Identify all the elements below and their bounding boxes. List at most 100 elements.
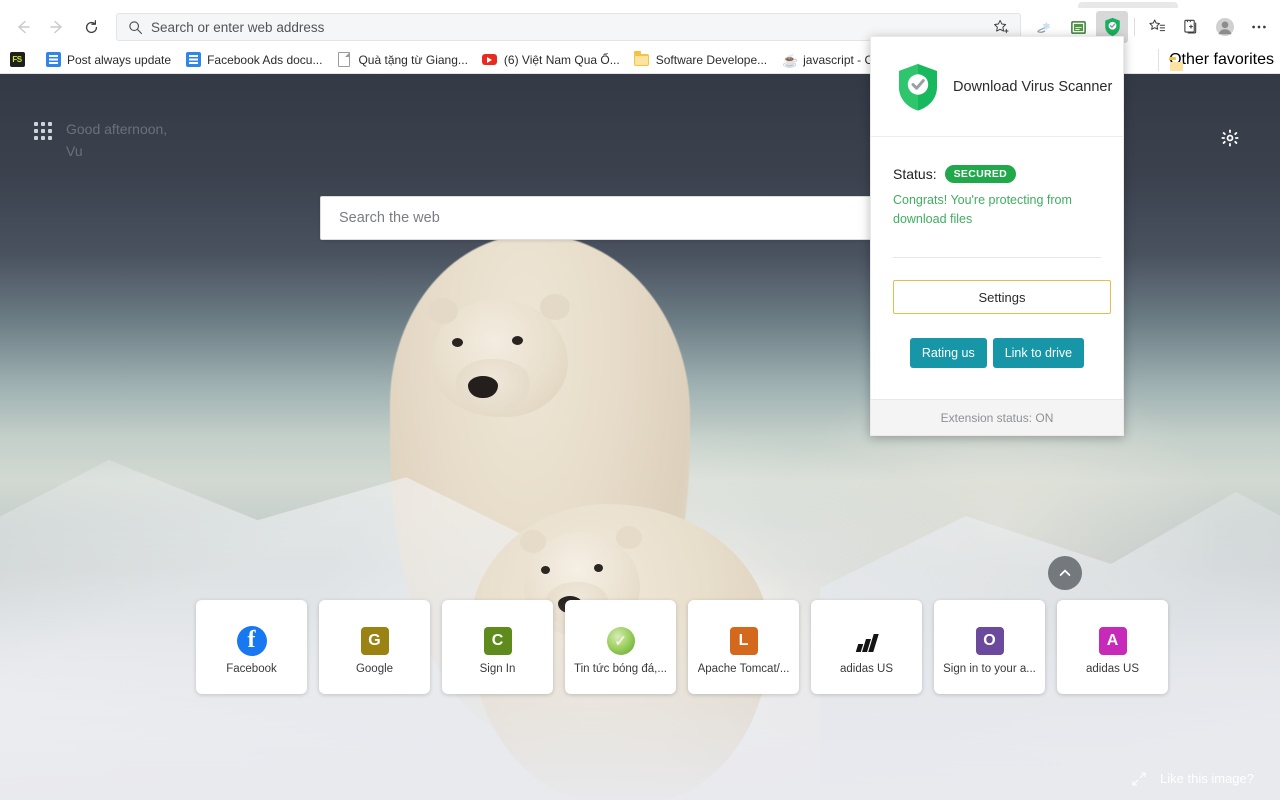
popup-title: Download Virus Scanner <box>953 78 1113 95</box>
shortcut-tile-sign-in-account[interactable]: O Sign in to your a... <box>934 600 1045 694</box>
popup-action-row: Rating us Link to drive <box>893 338 1101 368</box>
tile-label: Facebook <box>226 663 277 675</box>
tile-glyph: C <box>483 627 512 655</box>
bookmark-label: Software Develope... <box>655 52 768 67</box>
bookmark-label: Post always update <box>67 52 172 67</box>
bookmark-label: Quà tặng từ Giang... <box>358 52 468 67</box>
bookmark-item[interactable]: Facebook Ads docu... <box>178 49 329 71</box>
folder-icon <box>634 50 650 68</box>
link-to-drive-button[interactable]: Link to drive <box>992 338 1085 368</box>
doc-blue-icon <box>45 52 61 68</box>
polar-bear-large-nose <box>468 376 498 398</box>
reload-button[interactable] <box>74 12 108 42</box>
shortcut-tile-adidas-us-logo[interactable]: adidas US <box>811 600 922 694</box>
letter-tile-icon: C <box>483 619 512 663</box>
letter-tile-icon: G <box>360 619 389 663</box>
other-favorites-label: Other favorites <box>1169 51 1274 68</box>
settings-and-more-button[interactable] <box>1243 11 1275 43</box>
shortcut-tile-apache-tomcat[interactable]: L Apache Tomcat/... <box>688 600 799 694</box>
shortcut-tile-adidas-us[interactable]: A adidas US <box>1057 600 1168 694</box>
tile-glyph: O <box>975 627 1004 655</box>
bookmark-item[interactable]: Post always update <box>38 49 178 71</box>
like-this-image-button[interactable]: Like this image? <box>1132 771 1254 786</box>
toolbar-divider <box>1134 18 1135 36</box>
page-settings-button[interactable] <box>1216 124 1244 152</box>
bookmark-item[interactable]: FS <box>0 49 38 71</box>
virus-scanner-shield-icon <box>1104 17 1120 37</box>
collections-button[interactable] <box>1175 11 1207 43</box>
tab-strip <box>0 0 1280 8</box>
tile-label: Google <box>355 663 394 675</box>
tile-label: Sign In <box>479 663 516 675</box>
polar-bear-cub-eye-right <box>594 564 603 572</box>
virus-scanner-popup: Download Virus Scanner Status: SECURED C… <box>870 36 1124 436</box>
polar-bear-large-eye-left <box>452 338 463 347</box>
settings-button[interactable]: Settings <box>893 280 1111 314</box>
tile-label: adidas US <box>1085 663 1140 675</box>
status-row: Status: SECURED <box>893 165 1101 183</box>
status-badge: SECURED <box>944 165 1017 183</box>
other-favorites-button[interactable]: Other favorites <box>1158 49 1280 71</box>
polar-bear-large-ear-right <box>540 294 570 320</box>
search-input[interactable]: Search the web <box>320 196 960 240</box>
browser-window: Search or enter web address FS Post alwa… <box>0 0 1280 800</box>
tile-label: Tin tức bóng đá,... <box>574 663 667 675</box>
polar-bear-cub-ear-right <box>616 526 642 549</box>
green-ball-icon: ✓ <box>606 619 635 663</box>
shield-check-icon <box>895 62 941 112</box>
shortcut-tiles: f Facebook G Google C Sign In ✓ Tin tức … <box>196 600 1168 694</box>
forward-button[interactable] <box>40 12 74 42</box>
popup-header: Download Virus Scanner <box>871 37 1123 137</box>
tile-glyph: ✓ <box>606 627 635 655</box>
reload-icon <box>85 19 97 33</box>
page-icon <box>336 52 352 68</box>
tile-label: Sign in to your a... <box>943 663 1036 675</box>
greeting-line-2: Vu <box>66 143 83 159</box>
shortcut-tile-sign-in[interactable]: C Sign In <box>442 600 553 694</box>
favorites-icon <box>1149 19 1166 32</box>
rating-us-button[interactable]: Rating us <box>909 338 987 368</box>
popup-footer: Extension status: ON <box>871 399 1123 435</box>
favorites-button[interactable] <box>1141 11 1173 43</box>
like-this-image-label: Like this image? <box>1160 771 1254 786</box>
extension-status-text: Extension status: ON <box>940 410 1054 425</box>
status-label: Status: <box>893 166 937 182</box>
bookmark-item[interactable]: Quà tặng từ Giang... <box>329 49 474 71</box>
polar-bear-large-ear-left <box>428 298 458 324</box>
fs-icon: FS <box>9 52 25 68</box>
profile-avatar-icon <box>1216 18 1234 36</box>
popup-divider <box>893 257 1101 258</box>
search-placeholder: Search the web <box>339 210 440 226</box>
letter-tile-icon: A <box>1098 619 1127 663</box>
tile-label: Apache Tomcat/... <box>697 663 790 675</box>
popup-body: Status: SECURED Congrats! You're protect… <box>871 137 1123 368</box>
bookmark-item[interactable]: (6) Việt Nam Qua Ố... <box>475 49 627 71</box>
green-extension-icon <box>1070 20 1086 34</box>
app-grid-icon[interactable] <box>34 122 52 140</box>
chevron-up-icon <box>1059 569 1071 576</box>
back-arrow-icon <box>18 20 30 34</box>
greeting-line-1: Good afternoon, <box>66 121 168 137</box>
profile-button[interactable] <box>1209 11 1241 43</box>
bookmark-folder[interactable]: Software Develope... <box>627 49 774 71</box>
tile-glyph: A <box>1098 627 1127 655</box>
adidas-logo-icon <box>852 619 882 663</box>
tile-label: adidas US <box>839 663 894 675</box>
shortcut-tile-tin-tuc-bong-da[interactable]: ✓ Tin tức bóng đá,... <box>565 600 676 694</box>
settings-and-more-icon <box>1252 25 1266 29</box>
expand-diagonal-icon <box>1132 771 1146 786</box>
bookmark-label: Facebook Ads docu... <box>207 52 323 67</box>
shortcut-tile-google[interactable]: G Google <box>319 600 430 694</box>
bookmark-label: (6) Việt Nam Qua Ố... <box>503 52 620 67</box>
magnifier-icon <box>123 15 147 39</box>
doc-blue-icon <box>185 52 201 68</box>
scroll-up-button[interactable] <box>1048 556 1082 590</box>
address-bar-text: Search or enter web address <box>151 19 325 35</box>
facebook-icon: f <box>236 619 267 663</box>
java-icon <box>781 52 797 68</box>
status-description: Congrats! You're protecting from downloa… <box>893 193 1072 226</box>
immersive-reader-icon <box>1036 21 1050 33</box>
greeting-text: Good afternoon, Vu <box>66 118 167 162</box>
back-button[interactable] <box>6 12 40 42</box>
shortcut-tile-facebook[interactable]: f Facebook <box>196 600 307 694</box>
